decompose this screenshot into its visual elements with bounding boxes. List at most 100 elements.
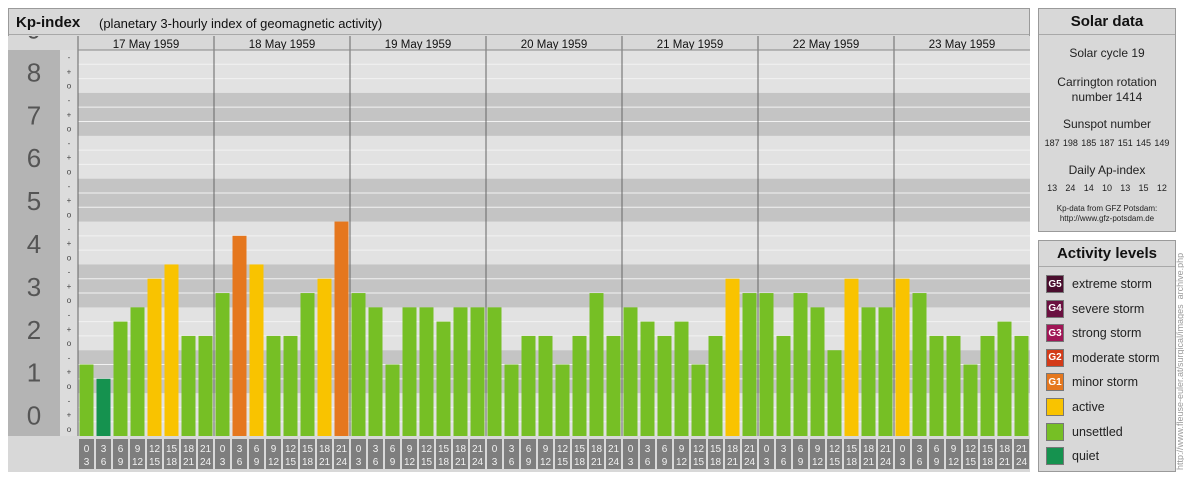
watermark-url: http://www.fleuse-euler.at/surgical/imag… [1175, 252, 1184, 470]
minor-mark: o [67, 425, 72, 434]
kp-bar [759, 293, 774, 436]
hour-start-label: 9 [815, 444, 821, 455]
y-tick-label: 0 [27, 401, 41, 431]
legend-label: extreme storm [1072, 277, 1152, 291]
hour-end-label: 3 [628, 457, 634, 468]
hour-start-label: 21 [1016, 444, 1028, 455]
data-credit-label: Kp-data from GFZ Potsdam: [1056, 204, 1158, 213]
hour-end-label: 24 [744, 457, 756, 468]
kp-bar [555, 364, 570, 436]
hour-start-label: 3 [237, 444, 243, 455]
level-band [78, 50, 1030, 93]
kp-bar [181, 335, 196, 436]
y-tick-label: 5 [27, 186, 41, 216]
hour-start-label: 18 [863, 444, 875, 455]
hour-start-label: 18 [999, 444, 1011, 455]
hour-end-label: 6 [781, 457, 787, 468]
legend-swatch: G2 [1046, 348, 1064, 367]
ap-index-values: 13 24 14 10 13 15 12 [1039, 183, 1175, 193]
hour-end-label: 15 [965, 457, 977, 468]
legend-item: quiet [1046, 446, 1099, 466]
hour-end-label: 9 [118, 457, 124, 468]
hour-start-label: 9 [135, 444, 141, 455]
minor-mark: o [67, 296, 72, 305]
minor-mark: o [67, 125, 72, 134]
kp-bar [249, 264, 264, 436]
y-tick-label: 4 [27, 229, 41, 259]
hour-start-label: 3 [509, 444, 515, 455]
kp-bar [351, 293, 366, 436]
hour-start-label: 12 [149, 444, 161, 455]
hour-start-label: 15 [982, 444, 994, 455]
kp-bar [623, 307, 638, 436]
kp-bar [504, 364, 519, 436]
hour-start-label: 12 [965, 444, 977, 455]
kp-bar [300, 293, 315, 436]
kp-bar [640, 321, 655, 436]
kp-bar [895, 278, 910, 436]
kp-bar [215, 293, 230, 436]
legend-swatch: G5 [1046, 275, 1064, 293]
hour-end-label: 24 [608, 457, 620, 468]
hour-end-label: 3 [492, 457, 498, 468]
hour-end-label: 6 [509, 457, 515, 468]
solar-cycle: Solar cycle 19 [1069, 46, 1145, 60]
hour-end-label: 18 [982, 457, 994, 468]
chart-subtitle: (planetary 3-hourly index of geomagnetic… [99, 16, 383, 31]
legend-label: active [1072, 400, 1105, 414]
ap-value: 13 [1047, 183, 1058, 193]
hour-start-label: 6 [526, 444, 532, 455]
hour-end-label: 3 [764, 457, 770, 468]
y-tick-label: 2 [27, 315, 41, 345]
kp-bar [232, 235, 247, 436]
kp-bar [198, 335, 213, 436]
minor-mark: + [67, 196, 72, 205]
hour-end-label: 24 [472, 457, 484, 468]
kp-bar [283, 335, 298, 436]
kp-bar [844, 278, 859, 436]
hour-end-label: 6 [645, 457, 651, 468]
hour-start-label: 12 [829, 444, 841, 455]
kp-bar [1014, 335, 1029, 436]
hour-start-label: 0 [628, 444, 634, 455]
data-credit-link[interactable]: http://www.gfz-potsdam.de [1039, 214, 1175, 224]
kp-bar [878, 307, 893, 436]
hour-end-label: 24 [1016, 457, 1028, 468]
hour-end-label: 3 [900, 457, 906, 468]
hour-end-label: 12 [132, 457, 144, 468]
hour-end-label: 6 [101, 457, 107, 468]
hour-start-label: 21 [336, 444, 348, 455]
sunspot-value: 185 [1081, 138, 1097, 148]
kp-bar [963, 364, 978, 436]
hour-start-label: 15 [710, 444, 722, 455]
ap-value: 15 [1138, 183, 1149, 193]
legend-swatch [1046, 447, 1064, 466]
hour-end-label: 12 [676, 457, 688, 468]
carrington-rotation-label: Carrington rotation [1057, 75, 1157, 89]
kp-chart: 0123456789o+-o+-o+-o+-o+-o+-o+-o+-o+-17 … [8, 36, 1030, 472]
y-tick-label: 9 [27, 36, 41, 45]
hour-start-label: 21 [200, 444, 212, 455]
hour-start-label: 18 [727, 444, 739, 455]
day-label: 19 May 1959 [385, 39, 452, 51]
legend-label: unsettled [1072, 424, 1123, 439]
hour-start-label: 21 [608, 444, 620, 455]
minor-mark: + [67, 239, 72, 248]
minor-mark: - [68, 182, 71, 191]
kp-bar [776, 335, 791, 436]
day-label: 17 May 1959 [113, 39, 180, 51]
hour-end-label: 18 [574, 457, 586, 468]
legend-item: G1 minor storm [1046, 372, 1138, 392]
legend-item: G2 moderate storm [1046, 348, 1160, 368]
hour-end-label: 18 [846, 457, 858, 468]
hour-end-label: 3 [84, 457, 90, 468]
kp-bar [79, 364, 94, 436]
hour-end-label: 15 [285, 457, 297, 468]
legend-item: G4 severe storm [1046, 299, 1144, 319]
hour-start-label: 21 [880, 444, 892, 455]
legend-item: G5 extreme storm [1046, 274, 1152, 294]
kp-bar [96, 378, 111, 436]
legend-label: severe storm [1072, 301, 1145, 316]
day-label: 22 May 1959 [793, 39, 860, 51]
hour-end-label: 21 [455, 457, 467, 468]
